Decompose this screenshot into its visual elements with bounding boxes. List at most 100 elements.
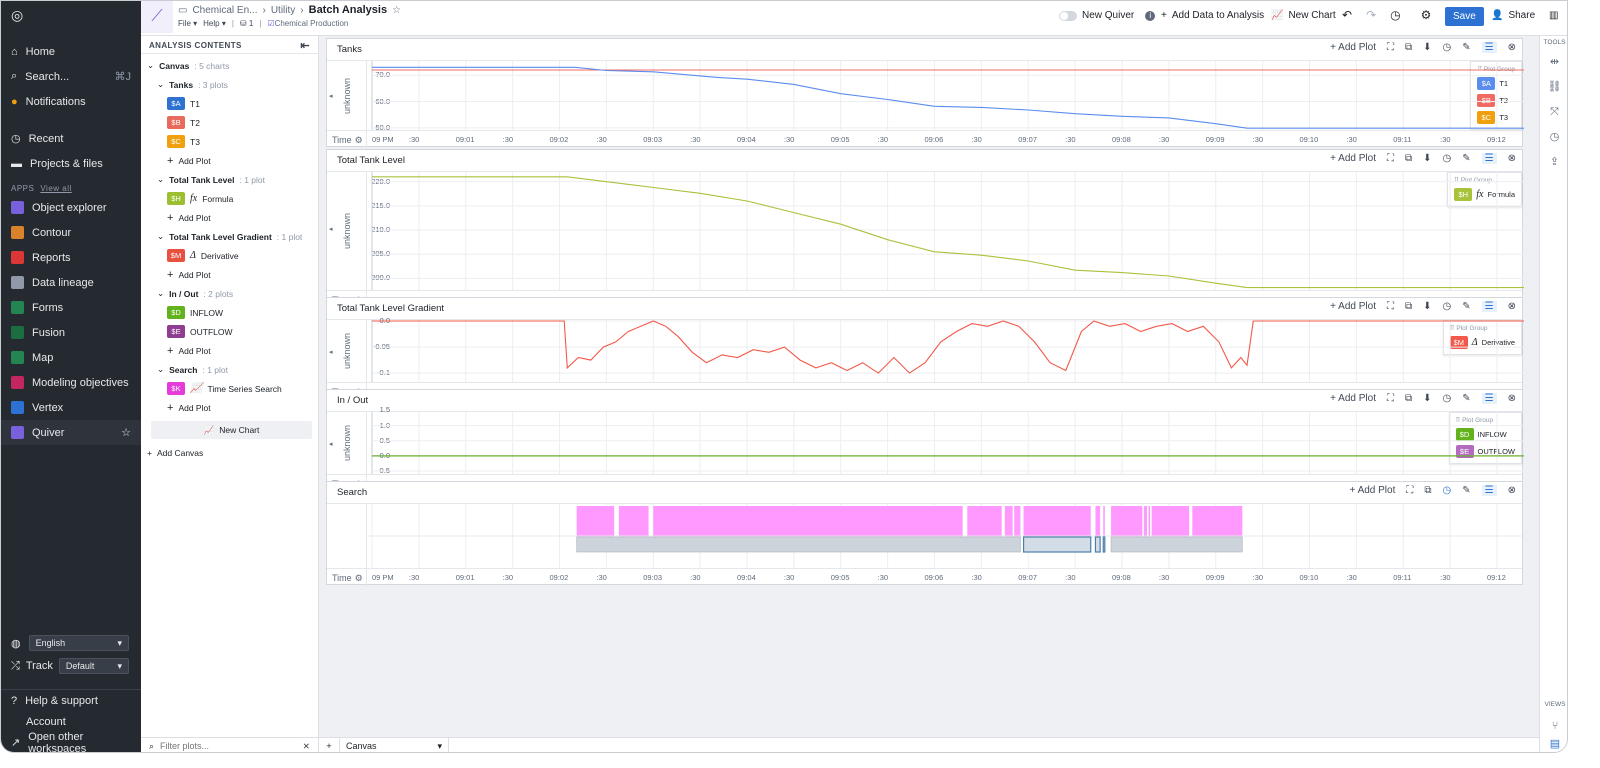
- settings-gear-icon[interactable]: ⚙: [1421, 8, 1432, 22]
- nav-projects[interactable]: ▬ Projects & files: [1, 151, 141, 176]
- nav-app-map[interactable]: Map: [1, 345, 141, 370]
- breadcrumb-item[interactable]: Utility: [271, 5, 295, 16]
- add-plot-button[interactable]: + Add Plot: [1349, 485, 1395, 496]
- nav-app-vertex[interactable]: Vertex: [1, 395, 141, 420]
- legend-list-icon[interactable]: ☰: [1481, 42, 1497, 53]
- close-chart-icon[interactable]: ⊗: [1508, 301, 1516, 312]
- plot-item[interactable]: $A T1: [147, 94, 318, 113]
- nav-app-object-explorer[interactable]: Object explorer: [1, 195, 141, 220]
- open-external-icon[interactable]: ⧉: [1405, 393, 1412, 404]
- add-plot-button[interactable]: + Add Plot: [147, 208, 318, 227]
- undo-icon[interactable]: ↶: [1342, 8, 1352, 22]
- workspace-logo-icon[interactable]: ◎: [1, 1, 141, 31]
- nav-recent[interactable]: ◷ Recent: [1, 126, 141, 151]
- history-icon[interactable]: ◷: [1443, 153, 1452, 164]
- close-chart-icon[interactable]: ⊗: [1508, 393, 1516, 404]
- align-tool-icon[interactable]: ⇹: [1540, 50, 1567, 75]
- nav-app-forms[interactable]: Forms: [1, 295, 141, 320]
- download-icon[interactable]: ⬇: [1423, 393, 1431, 404]
- close-chart-icon[interactable]: ⊗: [1508, 42, 1516, 53]
- save-button[interactable]: Save: [1445, 7, 1484, 26]
- view-all-link[interactable]: View all: [40, 184, 71, 193]
- add-plot-button[interactable]: + Add Plot: [1330, 393, 1376, 404]
- nav-home[interactable]: ⌂ Home: [1, 39, 141, 64]
- page-title[interactable]: Batch Analysis: [309, 4, 387, 16]
- plot-area[interactable]: [367, 320, 1524, 382]
- collapse-axis-icon[interactable]: ◂: [329, 92, 333, 100]
- ontology-link[interactable]: ☑Chemical Production: [267, 19, 348, 28]
- download-icon[interactable]: ⬇: [1423, 153, 1431, 164]
- chart-title[interactable]: Total Tank Level Gradient: [337, 303, 444, 314]
- breadcrumb-item[interactable]: Chemical En...: [192, 5, 257, 16]
- chart-title[interactable]: Tanks: [337, 44, 362, 55]
- history-icon[interactable]: ◷: [1390, 8, 1400, 22]
- filter-plots-input[interactable]: [160, 741, 297, 751]
- share-button[interactable]: 👤 Share: [1491, 10, 1535, 21]
- plot-item[interactable]: $C T3: [147, 132, 318, 151]
- add-data-button[interactable]: + Add Data to Analysis: [1161, 10, 1264, 21]
- collapse-panel-icon[interactable]: ⇤: [300, 39, 310, 52]
- maximize-icon[interactable]: ⛶: [1406, 485, 1413, 496]
- edit-icon[interactable]: ✎: [1462, 301, 1470, 312]
- open-external-icon[interactable]: ⧉: [1405, 153, 1412, 164]
- legend-list-icon[interactable]: ☰: [1481, 393, 1497, 404]
- edit-icon[interactable]: ✎: [1462, 42, 1470, 53]
- add-plot-button[interactable]: + Add Plot: [1330, 301, 1376, 312]
- chart-node[interactable]: ⌄ In / Out: 2 plots: [147, 284, 318, 303]
- add-canvas-button[interactable]: + Add Canvas: [147, 443, 318, 462]
- new-chart-button[interactable]: 📈 New Chart: [151, 421, 312, 439]
- plot-item[interactable]: $M Δ Derivative: [147, 246, 318, 265]
- download-icon[interactable]: ⬇: [1423, 42, 1431, 53]
- maximize-icon[interactable]: ⛶: [1387, 42, 1394, 53]
- nav-app-data-lineage[interactable]: Data lineage: [1, 270, 141, 295]
- plot-item[interactable]: $B T2: [147, 113, 318, 132]
- edit-icon[interactable]: ✎: [1462, 393, 1470, 404]
- nav-app-reports[interactable]: Reports: [1, 245, 141, 270]
- add-plot-button[interactable]: + Add Plot: [1330, 42, 1376, 53]
- history-icon[interactable]: ◷: [1443, 485, 1452, 496]
- plot-item[interactable]: $E OUTFLOW: [147, 322, 318, 341]
- add-plot-button[interactable]: + Add Plot: [147, 265, 318, 284]
- history-icon[interactable]: ◷: [1443, 393, 1452, 404]
- add-plot-button[interactable]: + Add Plot: [147, 151, 318, 170]
- favorite-star-icon[interactable]: ☆: [121, 426, 131, 439]
- time-axis-settings[interactable]: Time⚙: [327, 569, 367, 587]
- new-chart-button[interactable]: 📈 New Chart: [1271, 10, 1336, 21]
- link-tool-icon[interactable]: ⛓: [1540, 75, 1567, 100]
- history-tool-icon[interactable]: ◷: [1540, 125, 1567, 150]
- nav-notifications[interactable]: ● Notifications: [1, 89, 141, 114]
- maximize-icon[interactable]: ⛶: [1387, 393, 1394, 404]
- list-view-icon[interactable]: ▤: [1540, 732, 1567, 752]
- nav-account[interactable]: Account: [1, 711, 141, 732]
- download-icon[interactable]: ⬇: [1423, 301, 1431, 312]
- plot-area[interactable]: [367, 412, 1524, 474]
- add-plot-button[interactable]: + Add Plot: [147, 398, 318, 417]
- redo-icon[interactable]: ↷: [1366, 8, 1376, 22]
- new-quiver-toggle[interactable]: [1059, 10, 1077, 21]
- connect-tool-icon[interactable]: ⤧: [1540, 100, 1567, 125]
- history-icon[interactable]: ◷: [1443, 42, 1452, 53]
- open-external-icon[interactable]: ⧉: [1405, 301, 1412, 312]
- plot-item[interactable]: $H fx Formula: [147, 189, 318, 208]
- plot-item[interactable]: $K 📈 Time Series Search: [147, 379, 318, 398]
- export-tool-icon[interactable]: ⇪: [1540, 150, 1567, 175]
- help-menu[interactable]: Help ▾: [203, 19, 226, 28]
- chart-title[interactable]: In / Out: [337, 395, 368, 406]
- history-icon[interactable]: ◷: [1443, 301, 1452, 312]
- nav-other-workspaces[interactable]: ↗ Open other workspaces: [1, 731, 141, 753]
- legend-list-icon[interactable]: ☰: [1481, 301, 1497, 312]
- nav-search[interactable]: ⌕ Search... ⌘J: [1, 64, 141, 89]
- language-select[interactable]: English ▾: [28, 635, 129, 651]
- info-icon[interactable]: i: [1145, 10, 1156, 21]
- edit-icon[interactable]: ✎: [1462, 485, 1470, 496]
- collapse-axis-icon[interactable]: ◂: [329, 440, 333, 448]
- plot-area[interactable]: [367, 61, 1524, 130]
- plot-area[interactable]: [367, 504, 1524, 568]
- collapse-axis-icon[interactable]: ◂: [329, 348, 333, 356]
- users-count[interactable]: ⛁ 1: [240, 19, 253, 28]
- nav-app-fusion[interactable]: Fusion: [1, 320, 141, 345]
- add-canvas-tab-icon[interactable]: +: [319, 741, 339, 751]
- open-external-icon[interactable]: ⧉: [1405, 42, 1412, 53]
- file-menu[interactable]: File ▾: [178, 19, 197, 28]
- maximize-icon[interactable]: ⛶: [1387, 153, 1394, 164]
